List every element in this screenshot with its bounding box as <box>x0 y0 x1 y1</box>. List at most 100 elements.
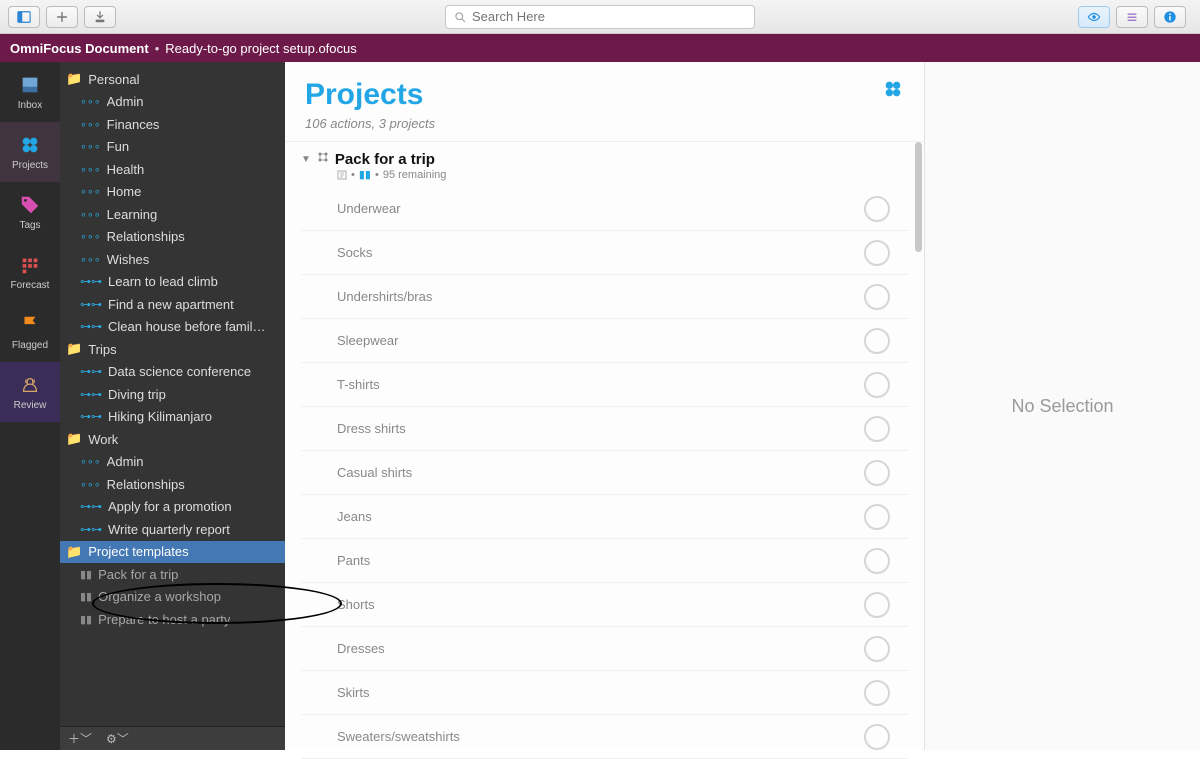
folder-icon: 📁 <box>66 544 82 560</box>
project-icon: ⊶⊶ <box>80 388 102 401</box>
projects-header-icon <box>882 78 904 105</box>
project-icon: ⊶⊶ <box>80 500 102 513</box>
sidebar-item[interactable]: ⊶⊶Write quarterly report <box>60 518 285 541</box>
task-row[interactable]: Skirts <box>301 671 908 715</box>
sidebar-item[interactable]: ▮▮Pack for a trip <box>60 563 285 586</box>
inspector-empty-label: No Selection <box>1011 396 1113 417</box>
sidebar-item[interactable]: ⊶⊶Apply for a promotion <box>60 496 285 519</box>
sidebar-toggle-button[interactable] <box>8 6 40 28</box>
project-icon: ∘∘∘ <box>80 230 101 243</box>
sidebar-item[interactable]: ▮▮Prepare to host a party <box>60 608 285 631</box>
task-row[interactable]: Dress shirts <box>301 407 908 451</box>
inspector-toggle-button[interactable] <box>1154 6 1186 28</box>
page-subtitle: 106 actions, 3 projects <box>305 116 435 131</box>
task-checkbox[interactable] <box>864 724 890 750</box>
sidebar-item[interactable]: ∘∘∘Relationships <box>60 226 285 249</box>
folder-work[interactable]: 📁Work <box>60 428 285 451</box>
project-icon: ∘∘∘ <box>80 95 101 108</box>
download-button[interactable] <box>84 6 116 28</box>
project-icon: ⊶⊶ <box>80 275 102 288</box>
search-input[interactable] <box>472 9 746 24</box>
task-row[interactable]: Underwear <box>301 187 908 231</box>
note-icon <box>337 170 347 180</box>
task-row[interactable]: Sweaters/sweatshirts <box>301 715 908 759</box>
sidebar-item[interactable]: ∘∘∘Fun <box>60 136 285 159</box>
project-icon: ⊶⊶ <box>80 410 102 423</box>
add-menu-button[interactable]: ＋﹀ <box>68 730 92 747</box>
sidebar-item[interactable]: ⊶⊶Diving trip <box>60 383 285 406</box>
search-field[interactable] <box>445 5 755 29</box>
nav-review[interactable]: Review <box>0 362 60 422</box>
project-icon: ⊶⊶ <box>80 298 102 311</box>
project-title[interactable]: Pack for a trip <box>335 151 435 168</box>
sidebar-item[interactable]: ∘∘∘Relationships <box>60 473 285 496</box>
folder-trips[interactable]: 📁Trips <box>60 338 285 361</box>
project-icon: ∘∘∘ <box>80 163 101 176</box>
gear-menu-button[interactable]: ⚙﹀ <box>106 730 129 747</box>
project-icon: ⊶⊶ <box>80 365 102 378</box>
folder-icon: 📁 <box>66 341 82 357</box>
task-row[interactable]: Casual shirts <box>301 451 908 495</box>
view-options-button[interactable] <box>1078 6 1110 28</box>
sidebar-item[interactable]: ∘∘∘Health <box>60 158 285 181</box>
sidebar-item[interactable]: ∘∘∘Learning <box>60 203 285 226</box>
main-content: Projects 106 actions, 3 projects ▼ Pack … <box>285 62 925 750</box>
sidebar-item[interactable]: ∘∘∘Admin <box>60 451 285 474</box>
task-row[interactable]: Shorts <box>301 583 908 627</box>
sidebar-item[interactable]: ∘∘∘Home <box>60 181 285 204</box>
folder-personal[interactable]: 📁Personal <box>60 68 285 91</box>
sidebar-item[interactable]: ⊶⊶Data science conference <box>60 361 285 384</box>
nav-flagged[interactable]: Flagged <box>0 302 60 362</box>
project-meta: • ▮▮ • 95 remaining <box>301 168 908 181</box>
task-row[interactable]: T-shirts <box>301 363 908 407</box>
project-type-icon <box>317 150 329 168</box>
onhold-icon: ▮▮ <box>80 613 92 626</box>
list-view-button[interactable] <box>1116 6 1148 28</box>
project-icon: ∘∘∘ <box>80 478 101 491</box>
sidebar-item[interactable]: ⊶⊶Find a new apartment <box>60 293 285 316</box>
task-checkbox[interactable] <box>864 372 890 398</box>
sidebar-item[interactable]: ∘∘∘Wishes <box>60 248 285 271</box>
task-checkbox[interactable] <box>864 460 890 486</box>
task-checkbox[interactable] <box>864 284 890 310</box>
task-row[interactable]: Jeans <box>301 495 908 539</box>
folder-icon: 📁 <box>66 71 82 87</box>
sidebar-item[interactable]: ⊶⊶Hiking Kilimanjaro <box>60 406 285 429</box>
task-row[interactable]: Socks <box>301 231 908 275</box>
project-icon: ∘∘∘ <box>80 118 101 131</box>
project-icon: ∘∘∘ <box>80 208 101 221</box>
nav-tags[interactable]: Tags <box>0 182 60 242</box>
nav-projects[interactable]: Projects <box>0 122 60 182</box>
onhold-icon: ▮▮ <box>80 568 92 581</box>
task-checkbox[interactable] <box>864 328 890 354</box>
sidebar-item[interactable]: ▮▮Organize a workshop <box>60 586 285 609</box>
document-titlebar: OmniFocus Document • Ready-to-go project… <box>0 34 1200 62</box>
sidebar-item[interactable]: ∘∘∘Finances <box>60 113 285 136</box>
sidebar-item[interactable]: ⊶⊶Learn to lead climb <box>60 271 285 294</box>
task-checkbox[interactable] <box>864 240 890 266</box>
task-row[interactable]: Sleepwear <box>301 319 908 363</box>
new-button[interactable] <box>46 6 78 28</box>
task-row[interactable]: Undershirts/bras <box>301 275 908 319</box>
disclosure-triangle[interactable]: ▼ <box>301 154 311 165</box>
inspector-panel: No Selection <box>925 62 1200 750</box>
project-icon: ⊶⊶ <box>80 523 102 536</box>
sidebar-item[interactable]: ∘∘∘Admin <box>60 91 285 114</box>
task-checkbox[interactable] <box>864 504 890 530</box>
project-icon: ∘∘∘ <box>80 253 101 266</box>
nav-forecast[interactable]: Forecast <box>0 242 60 302</box>
task-checkbox[interactable] <box>864 548 890 574</box>
task-checkbox[interactable] <box>864 592 890 618</box>
folder-project-templates[interactable]: 📁Project templates <box>60 541 285 564</box>
nav-inbox[interactable]: Inbox <box>0 62 60 122</box>
task-checkbox[interactable] <box>864 416 890 442</box>
task-checkbox[interactable] <box>864 196 890 222</box>
scrollbar[interactable] <box>915 142 922 252</box>
perspectives-nav: Inbox Projects Tags Forecast Flagged Rev… <box>0 62 60 750</box>
task-row[interactable]: Pants <box>301 539 908 583</box>
task-checkbox[interactable] <box>864 680 890 706</box>
task-row[interactable]: Dresses <box>301 627 908 671</box>
outline-footer: ＋﹀ ⚙﹀ <box>60 726 285 750</box>
task-checkbox[interactable] <box>864 636 890 662</box>
sidebar-item[interactable]: ⊶⊶Clean house before famil… <box>60 316 285 339</box>
